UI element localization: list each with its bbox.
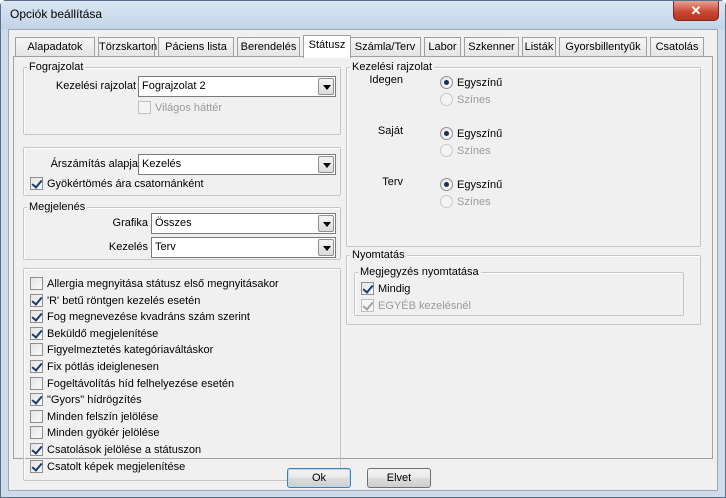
checkbox-box[interactable]	[30, 459, 43, 473]
options-dialog: Opciók beállítása ✕ Alapadatok Törzskarto…	[0, 0, 726, 498]
tab-berendel-s[interactable]: Berendelés	[237, 37, 300, 57]
checkbox-box[interactable]	[30, 310, 43, 324]
egyeb-label: EGYÉB kezelésnél	[378, 300, 471, 312]
group-nyomtatas: Nyomtatás Megjegyzés nyomtatása Mindig E…	[346, 249, 701, 325]
tab-panel-statusz: Fograjzolat Kezelési rajzolat Fograjzola…	[13, 56, 713, 481]
tab-sz-mla-terv[interactable]: Számla/Terv	[349, 37, 421, 57]
tab-list-k[interactable]: Listák	[522, 37, 556, 57]
option-label: Csatolások jelölése a státuszon	[47, 444, 202, 456]
radio-label: Színes	[457, 94, 491, 106]
group-title-fograjzolat: Fograjzolat	[27, 61, 86, 73]
ok-button[interactable]: Ok	[287, 468, 351, 488]
option-label: Csatolt képek megjelenítése	[47, 460, 186, 473]
group-kezelesi-rajzolat: Kezelési rajzolat Idegen Egyszínű Színes Sa…	[346, 61, 701, 247]
chevron-down-icon[interactable]	[318, 215, 334, 232]
group-options: Allergia megnyitása státusz első megnyit…	[23, 268, 341, 481]
tab-csatol-s[interactable]: Csatolás	[650, 37, 704, 57]
tab-alapadatok[interactable]: Alapadatok	[15, 37, 95, 57]
checkbox-box[interactable]	[30, 277, 43, 290]
group-fograjzolat: Fograjzolat Kezelési rajzolat Fograjzola…	[23, 61, 341, 135]
radio-dot[interactable]	[440, 144, 453, 157]
vilagos-hatter-label: Világos háttér	[155, 102, 223, 114]
option-label: Figyelmeztetés kategóriaváltáskor	[47, 344, 214, 357]
group-megjelenes: Megjelenés Grafika Összes Kezelés Terv	[23, 201, 341, 260]
chevron-down-icon[interactable]	[318, 239, 334, 256]
radio-group-label: Terv	[382, 176, 403, 188]
close-button[interactable]: ✕	[673, 1, 719, 21]
close-icon: ✕	[690, 3, 702, 18]
chevron-down-icon[interactable]	[318, 78, 334, 95]
group-title-megjelenes: Megjelenés	[27, 201, 88, 213]
tab-gyorsbillenty-k[interactable]: Gyorsbillentyűk	[559, 37, 647, 57]
radio-label: Színes	[457, 196, 491, 208]
gyokertomes-label: Gyökértömés ára csatornánként	[47, 178, 204, 190]
arszamitas-value: Kezelés	[142, 158, 182, 170]
radio-dot[interactable]	[440, 93, 453, 106]
option-label: Minden gyökér jelölése	[47, 427, 160, 440]
chevron-down-icon[interactable]	[318, 156, 334, 173]
tab-labor[interactable]: Labor	[424, 37, 461, 57]
radio-dot[interactable]	[440, 127, 453, 140]
option-label: Fog megnevezése kvadráns szám szerint	[47, 311, 250, 324]
window-title: Opciók beállítása	[10, 7, 103, 21]
radio-dot[interactable]	[440, 178, 453, 191]
checkbox-box[interactable]	[30, 426, 43, 440]
kezelesi-rajzolat-label: Kezelési rajzolat	[55, 80, 136, 92]
checkbox-box[interactable]	[30, 443, 43, 456]
option-label: Minden felszín jelölése	[47, 410, 159, 423]
checkbox-box[interactable]	[30, 393, 43, 407]
group-title-kezelesi-rajzolat: Kezelési rajzolat	[350, 61, 435, 73]
group-arszamitas: Árszámítás alapja Kezelés Gyökértömés ár…	[23, 147, 341, 196]
kezelesi-rajzolat-value: Fograjzolat 2	[142, 80, 206, 92]
option-label: Fogeltávolítás híd felhelyezése esetén	[47, 377, 235, 390]
tab-p-ciens-lista[interactable]: Páciens lista	[158, 37, 234, 57]
checkbox-box[interactable]	[30, 326, 43, 340]
arszamitas-select[interactable]: Kezelés	[138, 154, 336, 175]
radio-dot[interactable]	[440, 195, 453, 208]
kezeles-label: Kezelés	[108, 241, 148, 253]
option-label: "Gyors" hídrögzítés	[47, 394, 142, 407]
title-bar[interactable]: Opciók beállítása ✕	[1, 1, 725, 29]
checkbox-box[interactable]	[30, 360, 43, 373]
option-label: Allergia megnyitása státusz első megnyit…	[47, 278, 279, 290]
checkbox-box[interactable]	[30, 293, 43, 307]
option-label: Beküldő megjelenítése	[47, 327, 159, 340]
group-megjegyzes: Megjegyzés nyomtatása Mindig EGYÉB kezel…	[354, 266, 684, 316]
checkbox-box[interactable]	[138, 101, 151, 114]
tab-t-rzskarton[interactable]: Törzskarton	[98, 37, 157, 57]
cancel-button[interactable]: Elvet	[367, 468, 431, 488]
option-label: 'R' betű röntgen kezelés esetén	[47, 294, 201, 307]
group-title-nyomtatas: Nyomtatás	[350, 249, 407, 261]
grafika-label: Grafika	[112, 217, 148, 229]
grafika-value: Összes	[155, 217, 192, 229]
checkbox-box[interactable]	[30, 409, 43, 423]
kezeles-select[interactable]: Terv	[151, 237, 336, 258]
group-title-megjegyzes: Megjegyzés nyomtatása	[358, 266, 481, 278]
radio-label: Egyszínű	[457, 128, 503, 140]
checkbox-box[interactable]	[361, 282, 374, 295]
grafika-select[interactable]: Összes	[151, 213, 336, 234]
radio-group-label: Saját	[377, 125, 403, 137]
kezelesi-rajzolat-select[interactable]: Fograjzolat 2	[138, 76, 336, 97]
radio-label: Egyszínű	[457, 179, 503, 191]
tab-szkenner[interactable]: Szkenner	[464, 37, 519, 57]
radio-group-label: Idegen	[369, 74, 403, 86]
checkbox-box[interactable]	[30, 343, 43, 357]
checkbox-box[interactable]	[30, 376, 43, 390]
tab-st-tusz[interactable]: Státusz	[303, 35, 351, 58]
radio-label: Színes	[457, 145, 491, 157]
checkbox-box[interactable]	[30, 177, 43, 190]
radio-label: Egyszínű	[457, 77, 503, 89]
checkbox-box[interactable]	[361, 299, 374, 312]
kezeles-value: Terv	[155, 241, 176, 253]
dialog-client-area: Alapadatok Törzskarton Páciens lista Berend…	[8, 29, 718, 491]
arszamitas-label: Árszámítás alapja	[50, 158, 138, 170]
mindig-label: Mindig	[378, 283, 411, 295]
radio-dot[interactable]	[440, 76, 453, 89]
option-label: Fix pótlás ideiglenesen	[47, 361, 159, 373]
